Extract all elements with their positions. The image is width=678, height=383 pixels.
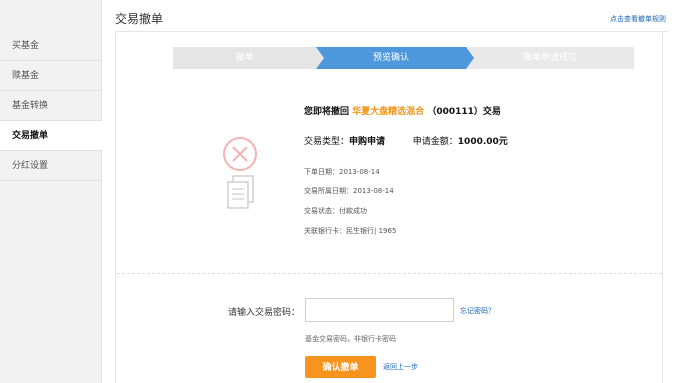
summary-suffix: 交易 bbox=[482, 107, 501, 117]
step-arrow bbox=[316, 47, 324, 69]
sidebar: 买基金 赎基金 基金转换 交易撤单 分红设置 bbox=[0, 0, 102, 383]
step-cancel: 撤单 bbox=[173, 47, 316, 69]
trade-date: 交易所属日期：2013-08-14 bbox=[304, 187, 394, 195]
transaction-type-line: 交易类型：申购申请 申请金额：1000.00元 bbox=[304, 134, 508, 147]
amount-value: 1000.00元 bbox=[457, 137, 508, 147]
fund-name: 华夏大盘精选混合 bbox=[352, 107, 425, 117]
step-request-success: 撤单申请成功 bbox=[466, 47, 634, 69]
sidebar-item-cancel-order[interactable]: 交易撤单 bbox=[0, 121, 102, 151]
password-hint: 基金交易密码，非银行卡密码 bbox=[305, 335, 396, 343]
sidebar-item-dividend-settings[interactable]: 分红设置 bbox=[0, 151, 101, 181]
amount-label: 申请金额： bbox=[412, 137, 458, 147]
x-circle-icon bbox=[223, 137, 257, 171]
summary-prefix: 您即将撤回 bbox=[304, 107, 350, 117]
trade-status: 交易状态：付款成功 bbox=[304, 207, 367, 215]
password-label: 请输入交易密码： bbox=[228, 308, 301, 318]
sidebar-item-buy-fund[interactable]: 买基金 bbox=[0, 31, 101, 61]
cancel-rules-link[interactable]: 点击查看撤单规则 bbox=[610, 14, 666, 24]
documents-icon bbox=[227, 175, 254, 209]
linked-bank-card: 关联银行卡：民生银行| 1965 bbox=[304, 227, 397, 235]
title-divider bbox=[115, 31, 668, 32]
step-preview-confirm: 预览确认 bbox=[316, 47, 466, 69]
step-arrow bbox=[466, 47, 474, 69]
cancel-summary: 您即将撤回 华夏大盘精选混合 （000111）交易 bbox=[304, 104, 501, 117]
page-title: 交易撤单 bbox=[115, 12, 164, 26]
type-value: 申购申请 bbox=[349, 137, 386, 147]
back-link[interactable]: 返回上一步 bbox=[383, 362, 418, 372]
forgot-password-link[interactable]: 忘记密码？ bbox=[460, 306, 495, 316]
trade-password-input[interactable] bbox=[305, 298, 454, 322]
order-date: 下单日期：2013-08-14 bbox=[304, 168, 380, 176]
sidebar-item-fund-conversion[interactable]: 基金转换 bbox=[0, 91, 101, 121]
section-divider bbox=[117, 273, 662, 274]
fund-code: （000111） bbox=[427, 107, 483, 117]
content-panel bbox=[115, 33, 663, 383]
type-label: 交易类型： bbox=[304, 137, 350, 147]
sidebar-item-redeem-fund[interactable]: 赎基金 bbox=[0, 61, 101, 91]
confirm-cancel-button[interactable]: 确认撤单 bbox=[305, 356, 376, 378]
